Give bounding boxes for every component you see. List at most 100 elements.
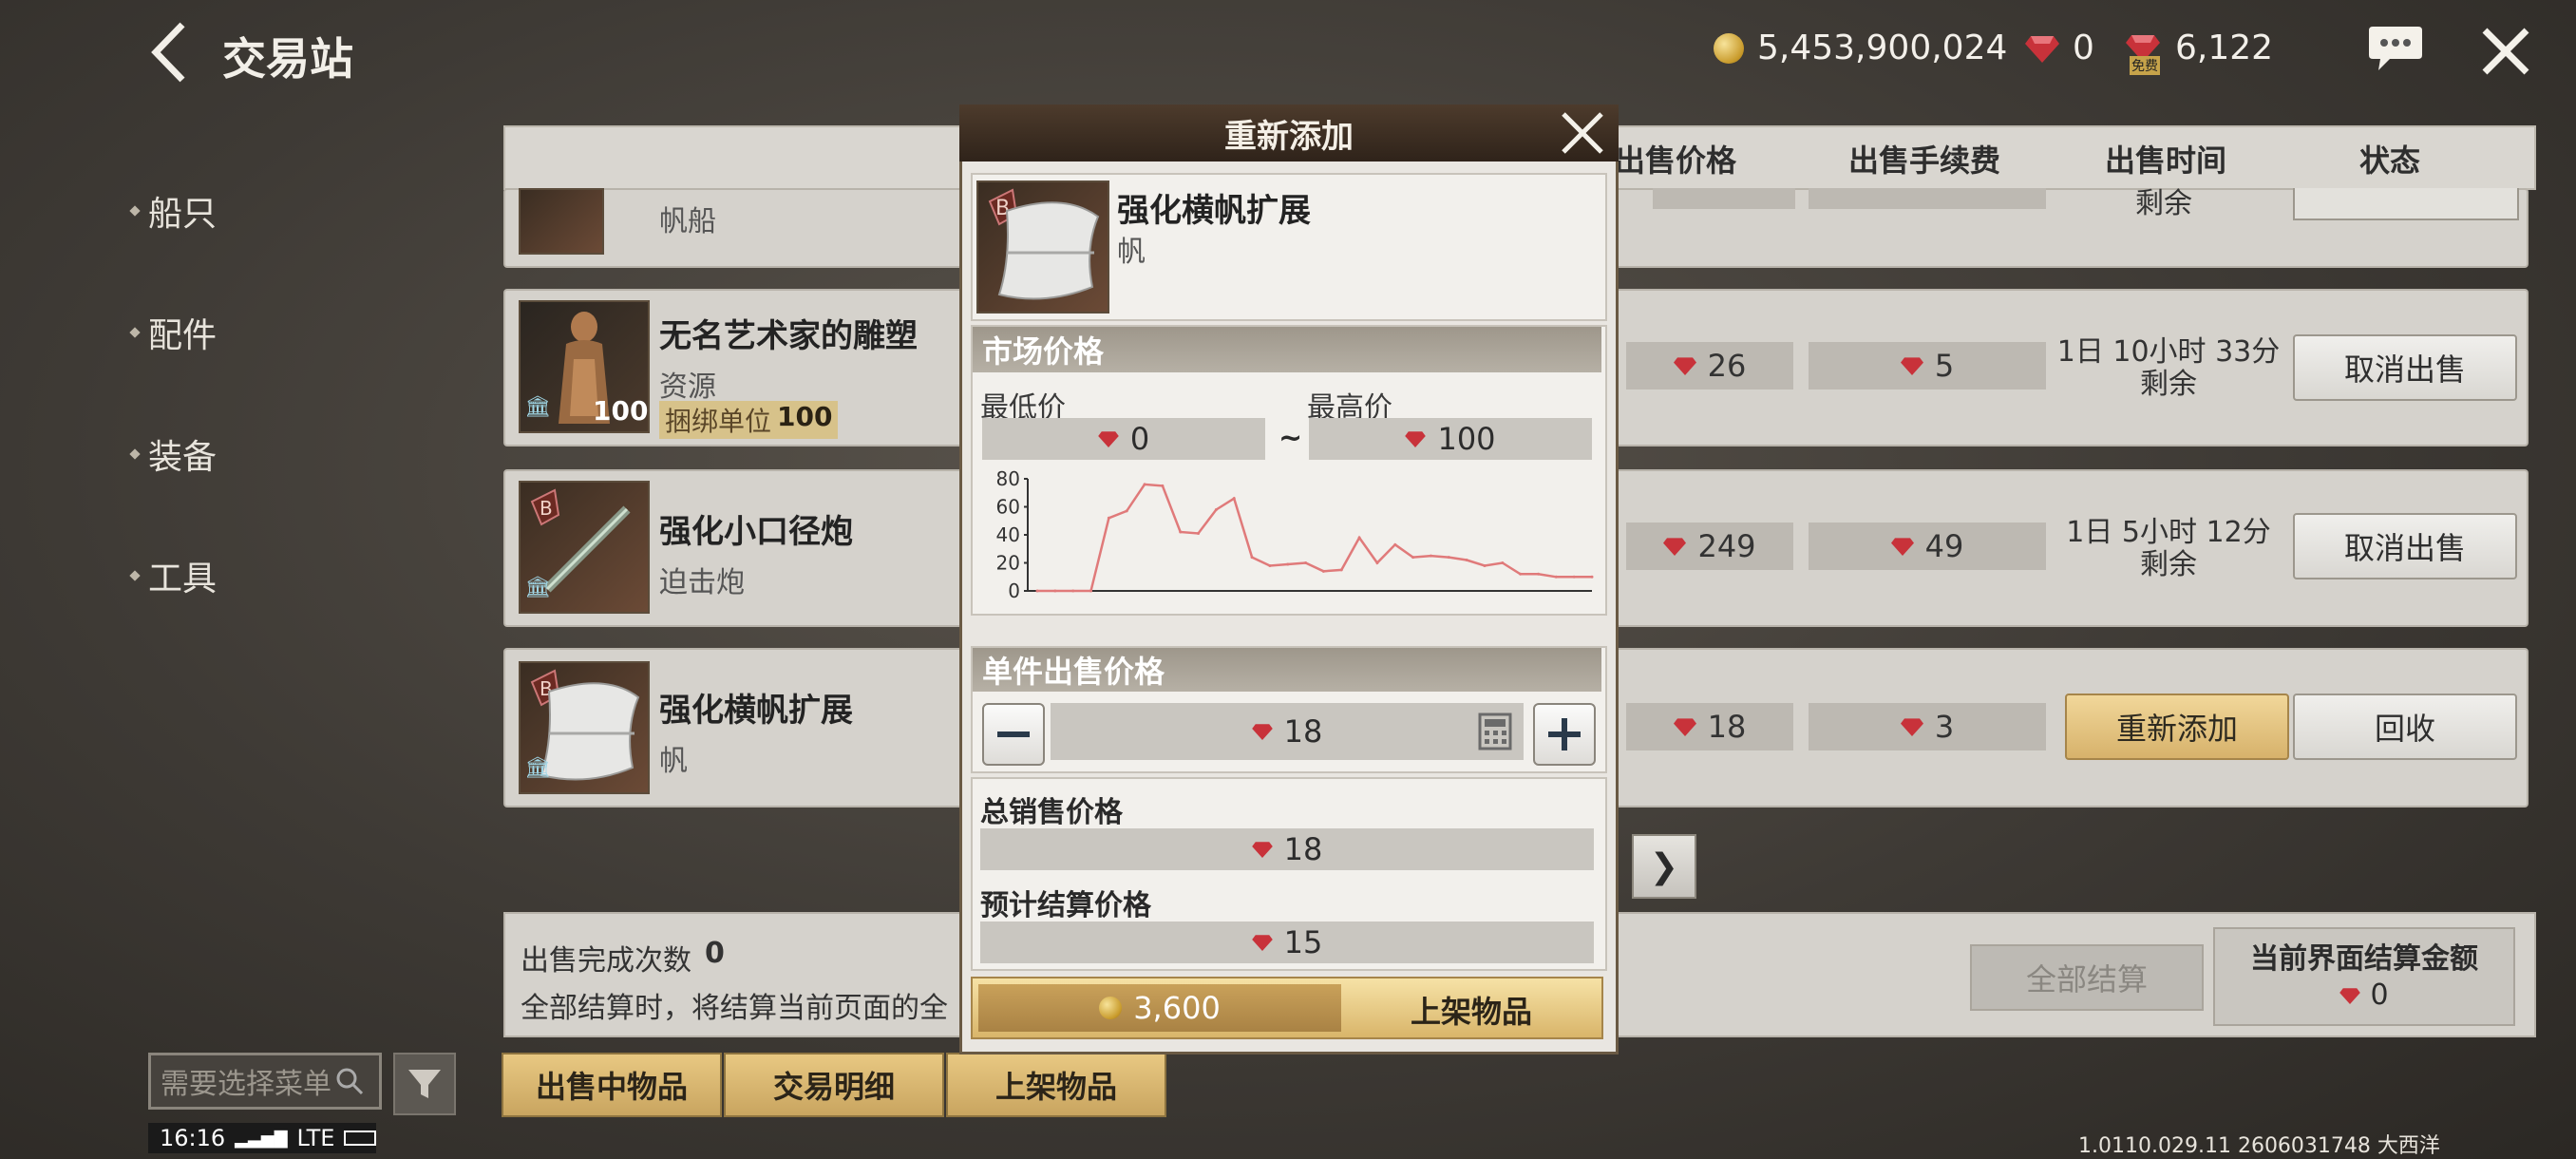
decrease-button[interactable] xyxy=(982,703,1045,766)
sidebar-item-tools[interactable]: 工具 xyxy=(129,551,218,600)
settle-price-field: 15 xyxy=(980,922,1594,963)
filter-button[interactable] xyxy=(393,1053,456,1115)
price-point xyxy=(1143,483,1146,486)
calculator-icon[interactable] xyxy=(1476,712,1514,750)
unit-price-header: 单件出售价格 xyxy=(973,648,1601,692)
price-series-line xyxy=(1037,483,1592,593)
col-fee: 出售手续费 xyxy=(1848,142,2001,179)
price-point xyxy=(1393,542,1397,546)
y-tick-label: 0 xyxy=(1008,580,1020,602)
chat-icon[interactable] xyxy=(2367,23,2424,74)
battery-icon xyxy=(344,1130,376,1146)
settle-all-button[interactable]: 全部结算 xyxy=(1970,944,2204,1011)
price-point xyxy=(1250,556,1254,560)
fee-pill xyxy=(1809,188,2046,209)
sidebar-item-label: 工具 xyxy=(148,560,218,598)
price-point xyxy=(1268,563,1272,567)
cancel-sale-button[interactable]: 取消出售 xyxy=(2293,513,2517,580)
increase-button[interactable] xyxy=(1533,703,1596,766)
gem-icon xyxy=(1900,357,1923,375)
relist-button[interactable]: 重新添加 xyxy=(2065,694,2289,760)
version-label: 1.0110.029.11 2606031748 大西洋 xyxy=(2078,1134,2440,1158)
price-point xyxy=(1161,484,1165,487)
gold-coin-icon xyxy=(1714,32,1744,64)
time-suffix: 剩余 xyxy=(2140,548,2197,581)
gem-icon xyxy=(1673,357,1696,375)
price-point xyxy=(1089,589,1093,593)
plus-icon xyxy=(1548,718,1581,750)
unit-price-input[interactable]: 18 xyxy=(1051,703,1524,760)
item-type: 迫击炮 xyxy=(659,566,745,599)
price-point xyxy=(1572,575,1576,579)
filter-icon xyxy=(408,1070,441,1098)
free-gem-balance: 免费 6,122 xyxy=(2126,28,2274,75)
sidebar-item-parts[interactable]: 配件 xyxy=(129,308,217,357)
sale-fee: 49 xyxy=(1924,528,1964,564)
listing-fee-value: 3,600 xyxy=(1133,990,1221,1026)
signal-icon: ▂▃▅▇ xyxy=(235,1128,288,1149)
listing-fee: 3,600 xyxy=(978,984,1341,1032)
price-point xyxy=(1519,572,1523,576)
price-pill: 26 xyxy=(1626,342,1793,390)
price-point xyxy=(1286,562,1290,566)
item-thumbnail xyxy=(519,188,604,255)
sidebar-item-label: 船只 xyxy=(148,195,218,234)
action-button[interactable] xyxy=(2293,188,2519,220)
total-price-label: 总销售价格 xyxy=(980,796,1123,829)
sidebar-item-equipment[interactable]: 装备 xyxy=(129,429,218,479)
item-name: 强化小口径炮 xyxy=(659,513,853,551)
fee-pill: 5 xyxy=(1809,342,2046,390)
dialog-item-name: 强化横帆扩展 xyxy=(1117,192,1311,230)
free-gem-amount: 6,122 xyxy=(2175,28,2274,67)
page-title: 交易站 xyxy=(222,33,353,85)
col-status: 状态 xyxy=(2359,142,2421,179)
item-type: 资源 xyxy=(659,370,716,404)
gem-icon xyxy=(1251,724,1273,740)
bullet-icon xyxy=(129,327,141,338)
sidebar-item-ships[interactable]: 船只 xyxy=(129,186,218,236)
free-tag: 免费 xyxy=(2130,55,2160,75)
search-input[interactable]: 需要选择菜单 xyxy=(148,1053,382,1110)
completed-count-label: 出售完成次数 xyxy=(521,944,691,978)
tab-selling-items[interactable]: 出售中物品 xyxy=(502,1053,722,1117)
tab-list-items[interactable]: 上架物品 xyxy=(946,1053,1166,1117)
gold-coin-icon xyxy=(1099,997,1123,1019)
y-tick-label: 80 xyxy=(996,469,1020,490)
close-icon[interactable] xyxy=(1558,108,1607,158)
gem-icon xyxy=(1890,538,1914,556)
tab-trade-details[interactable]: 交易明细 xyxy=(724,1053,944,1117)
price-point xyxy=(1107,516,1110,520)
bank-icon: 🏛 xyxy=(524,576,551,599)
gem-amount: 0 xyxy=(2073,28,2094,67)
sidebar-item-label: 装备 xyxy=(148,438,218,477)
sale-price: 26 xyxy=(1707,348,1747,384)
col-sale-price: 出售价格 xyxy=(1615,142,1737,179)
sale-fee: 3 xyxy=(1934,709,1955,745)
gem-balance: 0 xyxy=(2025,28,2094,67)
item-type: 帆 xyxy=(659,745,688,778)
next-page-button[interactable]: ❯ xyxy=(1632,834,1696,899)
chart-axis xyxy=(1027,479,1592,592)
range-separator: ~ xyxy=(1279,422,1303,455)
list-item-button[interactable]: 3,600 上架物品 xyxy=(971,977,1603,1039)
gem-icon xyxy=(1673,718,1696,736)
bundle-badge: 捆绑单位 100 xyxy=(659,401,839,439)
device-status-bar: 16:16 ▂▃▅▇ LTE xyxy=(148,1123,376,1153)
gold-balance: 5,453,900,024 xyxy=(1714,28,2007,67)
price-point xyxy=(1429,554,1432,558)
min-price-value: 0 xyxy=(1129,421,1150,457)
bullet-icon xyxy=(129,570,141,581)
price-point xyxy=(1501,561,1505,564)
cancel-sale-button[interactable]: 取消出售 xyxy=(2293,334,2517,401)
dialog-item-type: 帆 xyxy=(1117,236,1146,269)
page-total-value: 0 xyxy=(2370,978,2389,1012)
unit-price-value: 18 xyxy=(1283,713,1323,750)
bundle-label: 捆绑单位 xyxy=(665,406,772,437)
back-arrow-icon[interactable] xyxy=(142,19,199,86)
price-point xyxy=(1197,532,1201,536)
price-point xyxy=(1447,556,1450,560)
price-pill xyxy=(1653,188,1795,209)
close-icon[interactable] xyxy=(2479,25,2532,78)
reclaim-button[interactable]: 回收 xyxy=(2293,694,2517,760)
price-point xyxy=(1554,575,1558,579)
